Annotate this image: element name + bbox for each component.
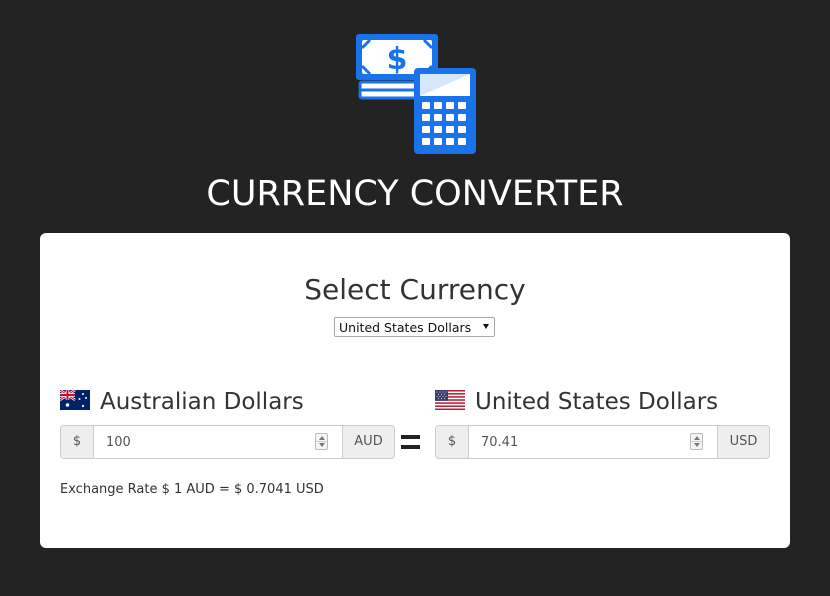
dropdown-arrow-icon [483, 324, 489, 329]
spin-down-icon[interactable] [694, 443, 700, 447]
currency-select-value: United States Dollars [339, 320, 472, 335]
currency-select[interactable]: United States Dollars [334, 317, 495, 337]
spin-up-icon[interactable] [694, 436, 700, 440]
page-title: CURRENCY CONVERTER [206, 174, 624, 214]
equals-icon [401, 435, 420, 450]
from-currency-header: Australian Dollars [60, 386, 395, 420]
from-currency-name: Australian Dollars [100, 389, 304, 415]
from-currency-code: AUD [342, 426, 394, 458]
currency-converter-app: $ CURRENCY CONVERTER Select Currency Uni… [0, 0, 830, 596]
svg-text:$: $ [387, 42, 408, 77]
from-currency-block: Australian Dollars $ AUD [60, 386, 395, 459]
from-currency-symbol: $ [61, 426, 94, 458]
to-amount-group: $ USD [435, 425, 770, 459]
to-currency-code: USD [717, 426, 769, 458]
from-amount-input[interactable] [94, 426, 343, 458]
to-currency-block: United States Dollars $ USD [435, 386, 770, 459]
from-amount-spinner[interactable] [315, 433, 328, 450]
to-amount-spinner[interactable] [690, 433, 703, 450]
australia-flag-icon [60, 390, 90, 410]
usa-flag-icon [435, 390, 465, 410]
to-currency-header: United States Dollars [435, 386, 770, 420]
to-amount-input[interactable] [469, 426, 718, 458]
converter-card: Select Currency United States Dollars Au… [40, 233, 790, 548]
spin-up-icon[interactable] [319, 436, 325, 440]
money-calculator-icon: $ [356, 34, 476, 154]
from-amount-group: $ AUD [60, 425, 395, 459]
to-currency-name: United States Dollars [475, 389, 719, 415]
exchange-rate-text: Exchange Rate $ 1 AUD = $ 0.7041 USD [60, 482, 324, 497]
spin-down-icon[interactable] [319, 443, 325, 447]
select-currency-heading: Select Currency [304, 273, 526, 306]
to-currency-symbol: $ [436, 426, 469, 458]
